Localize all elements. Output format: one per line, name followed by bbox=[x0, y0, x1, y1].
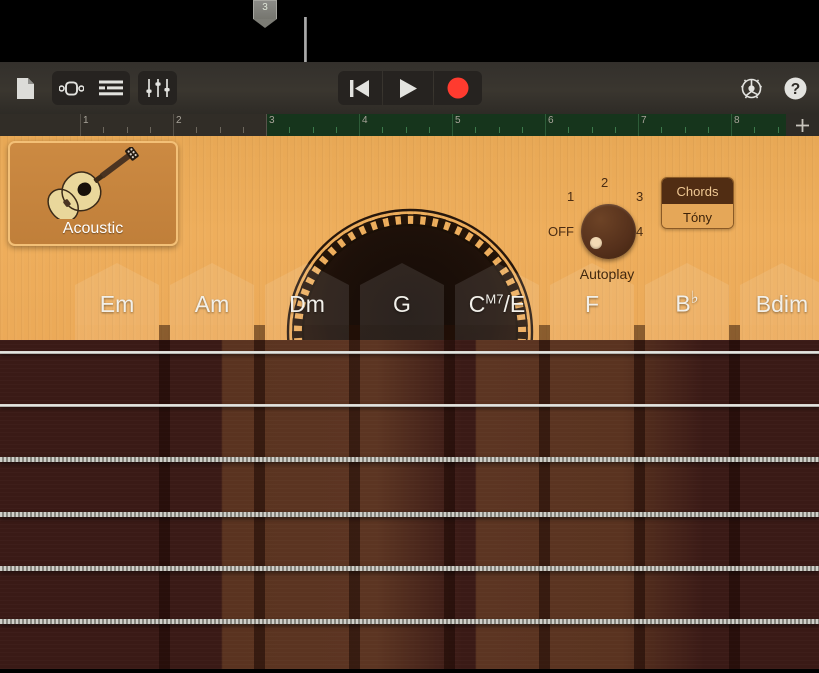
chord-label: CM7/E bbox=[469, 291, 525, 325]
chord-button-head[interactable]: Em bbox=[75, 263, 159, 325]
ruler-tick bbox=[382, 127, 383, 133]
gear-icon bbox=[739, 76, 764, 101]
ruler-tick bbox=[103, 127, 104, 133]
chord-button-head[interactable]: Am bbox=[170, 263, 254, 325]
document-icon bbox=[16, 77, 35, 100]
ruler-bar-label: 8 bbox=[731, 115, 740, 126]
settings-button[interactable] bbox=[735, 71, 767, 105]
instrument-name-label: Acoustic bbox=[10, 220, 176, 238]
record-button[interactable] bbox=[434, 71, 482, 105]
chord-button-head[interactable]: G bbox=[360, 263, 444, 325]
guitar-string[interactable] bbox=[0, 619, 819, 624]
instrument-card[interactable]: Acoustic bbox=[8, 141, 178, 246]
ruler-tick bbox=[220, 127, 221, 133]
guitar-string[interactable] bbox=[0, 512, 819, 517]
ruler-bar-label: 7 bbox=[638, 115, 647, 126]
chord-button-head[interactable]: CM7/E bbox=[455, 263, 539, 325]
mode-toggle-tony[interactable]: Tóny bbox=[662, 204, 733, 229]
ruler-tick bbox=[243, 127, 244, 133]
guitar-instrument-area: Acoustic OFF 1 2 3 4 Autoplay Chords Tón… bbox=[0, 136, 819, 673]
ruler-region-before-playhead bbox=[0, 114, 267, 136]
chord-label: Am bbox=[195, 291, 230, 325]
loop-browser-icon bbox=[59, 81, 84, 96]
bottom-black-bar bbox=[0, 669, 819, 673]
guitar-string[interactable] bbox=[0, 457, 819, 462]
playhead-line bbox=[304, 17, 307, 62]
toolbar: ? bbox=[0, 62, 819, 114]
ruler-tick bbox=[708, 127, 709, 133]
acoustic-guitar-icon bbox=[44, 147, 149, 219]
loop-browser-button[interactable] bbox=[52, 71, 91, 105]
ruler-tick bbox=[336, 127, 337, 133]
playhead-marker[interactable]: 3 bbox=[253, 0, 277, 28]
ruler-tick bbox=[196, 127, 197, 133]
plus-icon bbox=[795, 118, 810, 133]
ruler-tick bbox=[150, 127, 151, 133]
track-view-icon bbox=[99, 80, 123, 96]
top-black-bar bbox=[0, 0, 819, 62]
rewind-icon bbox=[350, 80, 370, 97]
autoplay-option-1[interactable]: 1 bbox=[567, 189, 574, 204]
ruler-bar-label: 6 bbox=[545, 115, 554, 126]
help-icon: ? bbox=[783, 76, 808, 101]
guitar-string[interactable] bbox=[0, 351, 819, 354]
autoplay-control[interactable]: OFF 1 2 3 4 Autoplay bbox=[548, 176, 666, 301]
help-button[interactable]: ? bbox=[779, 71, 811, 105]
ruler-tick bbox=[615, 127, 616, 133]
autoplay-option-3[interactable]: 3 bbox=[636, 189, 643, 204]
svg-text:?: ? bbox=[790, 81, 799, 98]
ruler-tick bbox=[429, 127, 430, 133]
ruler-tick bbox=[499, 127, 500, 133]
chord-label: Bdim bbox=[756, 291, 808, 325]
record-icon bbox=[447, 77, 469, 99]
ruler-tick bbox=[592, 127, 593, 133]
ruler-tick bbox=[778, 127, 779, 133]
ruler-tick bbox=[475, 127, 476, 133]
mixer-icon bbox=[146, 79, 170, 97]
play-button[interactable] bbox=[383, 71, 433, 105]
chord-label: B♭ bbox=[675, 288, 698, 325]
rewind-button[interactable] bbox=[338, 71, 382, 105]
ruler-bar-label: 5 bbox=[452, 115, 461, 126]
autoplay-knob[interactable] bbox=[581, 204, 636, 259]
ruler-tick bbox=[661, 127, 662, 133]
ruler-tick bbox=[568, 127, 569, 133]
ruler-bar-label: 4 bbox=[359, 115, 368, 126]
playhead-position-label: 3 bbox=[253, 2, 277, 13]
play-icon bbox=[400, 79, 417, 98]
chord-label: Dm bbox=[289, 291, 325, 325]
guitar-string[interactable] bbox=[0, 566, 819, 571]
ruler-tick bbox=[522, 127, 523, 133]
ruler-tick bbox=[313, 127, 314, 133]
mode-toggle-chords[interactable]: Chords bbox=[662, 178, 733, 204]
chord-label: G bbox=[393, 291, 411, 325]
autoplay-option-off[interactable]: OFF bbox=[548, 224, 574, 239]
add-track-button[interactable] bbox=[786, 114, 819, 136]
chord-button-head[interactable]: Dm bbox=[265, 263, 349, 325]
guitar-string[interactable] bbox=[0, 404, 819, 407]
ruler-tick bbox=[685, 127, 686, 133]
autoplay-knob-indicator bbox=[590, 237, 602, 249]
timeline-ruler[interactable]: 1 2 3 4 5 6 7 8 bbox=[0, 114, 819, 136]
track-view-button[interactable] bbox=[91, 71, 130, 105]
ruler-bar-label: 2 bbox=[173, 115, 182, 126]
document-button[interactable] bbox=[8, 71, 42, 105]
ruler-bar-label: 1 bbox=[80, 115, 89, 126]
playhead-tip bbox=[253, 19, 277, 28]
ruler-tick bbox=[406, 127, 407, 133]
ruler-tick bbox=[289, 127, 290, 133]
autoplay-option-2[interactable]: 2 bbox=[601, 175, 608, 190]
autoplay-title: Autoplay bbox=[548, 266, 666, 282]
ruler-tick bbox=[754, 127, 755, 133]
ruler-bar-label: 3 bbox=[266, 115, 275, 126]
ruler-tick bbox=[127, 127, 128, 133]
chord-label: Em bbox=[100, 291, 135, 325]
chord-button-head[interactable]: Bdim bbox=[740, 263, 819, 325]
mode-toggle[interactable]: Chords Tóny bbox=[661, 177, 734, 229]
autoplay-option-4[interactable]: 4 bbox=[636, 224, 643, 239]
mixer-button[interactable] bbox=[138, 71, 177, 105]
